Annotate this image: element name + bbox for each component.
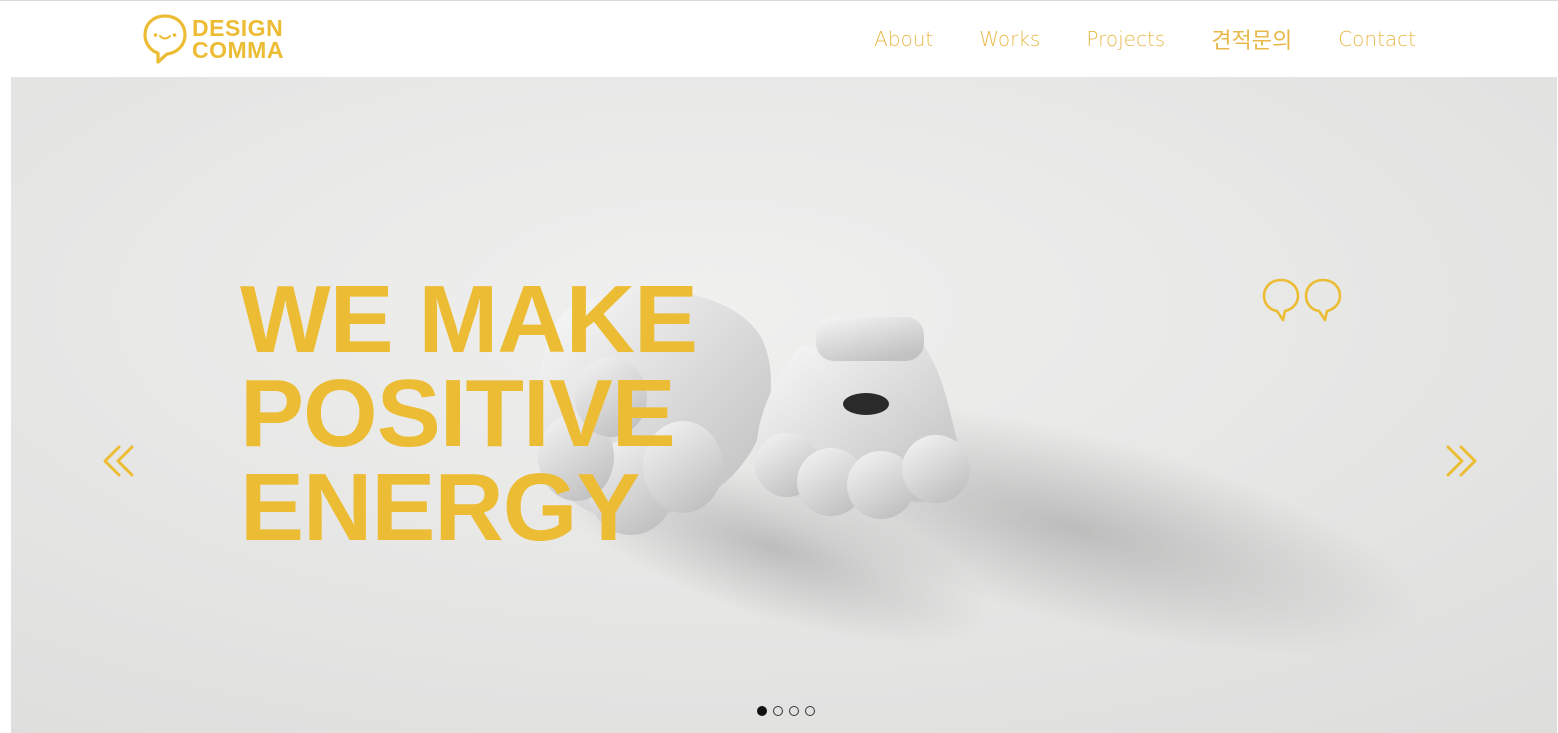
site-header: DESIGN COMMA About Works Projects 견적문의 C… [0,1,1558,77]
hero-slider: WE MAKE POSITIVE ENERGY [11,77,1557,733]
logo-text: DESIGN COMMA [192,15,284,63]
double-speech-bubble-icon [1262,278,1342,322]
slider-dot-4[interactable] [805,706,815,716]
nav-about[interactable]: About [874,27,933,51]
hero-headline: WE MAKE POSITIVE ENERGY [240,266,698,561]
nav-contact[interactable]: Contact [1338,27,1416,51]
nav-quote-request[interactable]: 견적문의 [1211,23,1292,55]
main-nav: About Works Projects 견적문의 Contact [828,1,1416,77]
slider-pagination [757,706,821,716]
prev-slide-button[interactable] [99,441,139,481]
slider-dot-2[interactable] [773,706,783,716]
double-chevron-right-icon [1446,445,1477,477]
headline-line-1: WE MAKE [240,266,698,373]
nav-projects[interactable]: Projects [1086,27,1165,51]
speech-bubble-smile-icon [143,14,187,64]
slider-dot-3[interactable] [789,706,799,716]
logo[interactable]: DESIGN COMMA [142,13,284,65]
logo-line-2: COMMA [192,37,284,63]
double-chevron-left-icon [103,445,134,477]
next-slide-button[interactable] [1441,441,1481,481]
nav-works[interactable]: Works [979,27,1040,51]
logo-line-1: DESIGN [192,15,284,41]
headline-line-2: POSITIVE [240,360,676,467]
page: DESIGN COMMA About Works Projects 견적문의 C… [0,0,1558,733]
headline-line-3: ENERGY [240,454,640,561]
slider-dot-1[interactable] [757,706,767,716]
